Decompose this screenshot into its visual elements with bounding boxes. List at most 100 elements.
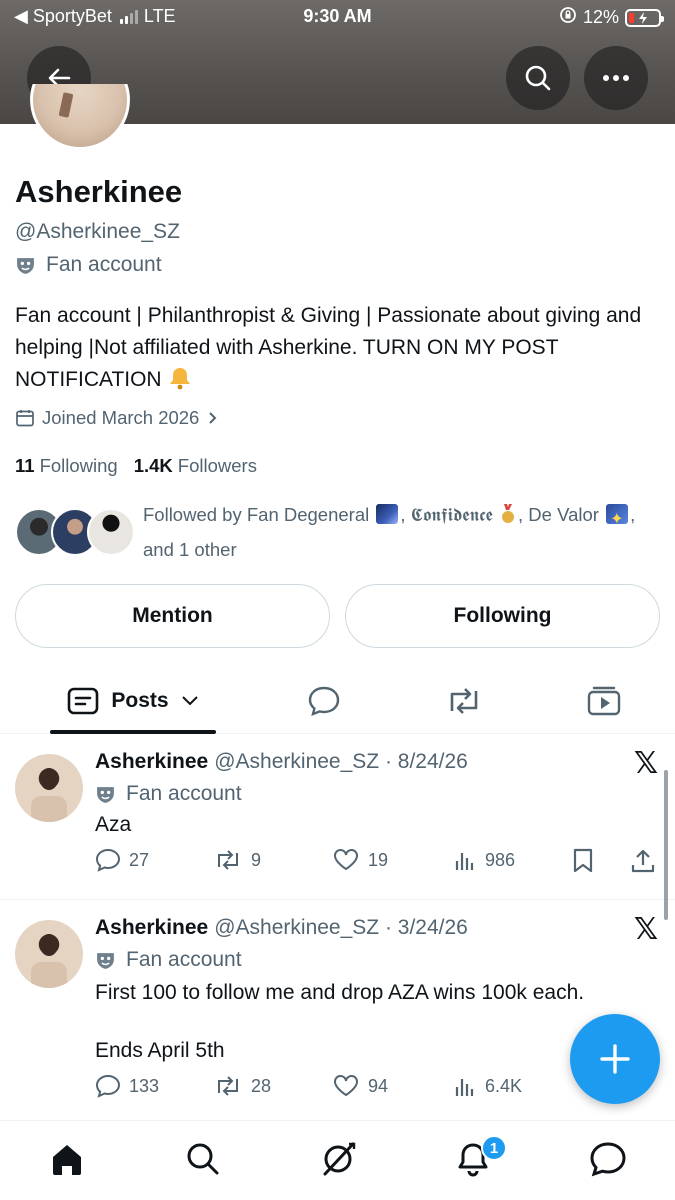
x-logo-icon: 𝕏 bbox=[633, 913, 658, 946]
calendar-icon bbox=[16, 410, 34, 427]
views-icon bbox=[455, 853, 474, 870]
mask-icon bbox=[97, 786, 114, 803]
like-count: 94 bbox=[368, 1075, 389, 1096]
fan-account-text: Fan account bbox=[46, 253, 162, 276]
tab-posts-label: Posts bbox=[111, 689, 169, 712]
share-icon bbox=[631, 849, 655, 873]
post-author: Asherkinee bbox=[95, 750, 209, 773]
views-icon bbox=[455, 1079, 474, 1096]
post-item[interactable]: Asherkinee @Asherkinee_SZ · 8/24/26 𝕏 Fan… bbox=[0, 736, 675, 900]
mention-button[interactable]: Mention bbox=[15, 584, 330, 648]
battery-percent: 12% bbox=[582, 7, 619, 27]
compose-post-button[interactable] bbox=[570, 1014, 660, 1104]
followed-by-text: Followed by Fan Degeneral , 𝕮𝖔𝖓𝖋𝖎𝖉𝖊𝖓𝖈𝖊 ,… bbox=[143, 498, 663, 567]
post-meta: @Asherkinee_SZ · 8/24/26 bbox=[214, 750, 468, 773]
like-button[interactable]: 94 bbox=[332, 1074, 388, 1098]
post-avatar[interactable] bbox=[15, 754, 83, 822]
nav-messages[interactable] bbox=[588, 1139, 628, 1179]
fan-account-label: Fan account bbox=[15, 253, 162, 277]
search-icon bbox=[525, 65, 551, 91]
chevron-right-icon bbox=[209, 412, 217, 424]
tab-posts[interactable]: Posts bbox=[50, 668, 216, 734]
galaxy-emoji-icon bbox=[376, 504, 399, 524]
mask-icon bbox=[17, 257, 34, 274]
post-fan-text: Fan account bbox=[126, 948, 242, 971]
bottom-navigation: 1 bbox=[0, 1120, 675, 1200]
follower-avatar bbox=[87, 508, 135, 556]
post-meta: @Asherkinee_SZ · 3/24/26 bbox=[214, 916, 468, 939]
profile-handle: @Asherkinee_SZ bbox=[15, 220, 180, 243]
repost-button[interactable]: 9 bbox=[213, 848, 261, 872]
post-item[interactable]: Asherkinee @Asherkinee_SZ · 3/24/26 𝕏 Fan… bbox=[0, 902, 675, 1120]
following-label: Following bbox=[39, 455, 118, 476]
following-count: 11 bbox=[15, 455, 35, 476]
orientation-lock-icon bbox=[559, 6, 577, 29]
x-logo-icon: 𝕏 bbox=[633, 747, 658, 780]
post-fan-label: Fan account bbox=[95, 782, 242, 806]
post-avatar[interactable] bbox=[15, 920, 83, 988]
repost-icon bbox=[218, 850, 238, 870]
post-text: First 100 to follow me and drop AZA wins… bbox=[95, 981, 585, 1004]
reply-button[interactable]: 133 bbox=[95, 1074, 159, 1098]
followers-label: Followers bbox=[177, 455, 257, 476]
views-count: 986 bbox=[485, 849, 516, 870]
post-text: Aza bbox=[95, 813, 132, 836]
plus-icon bbox=[600, 1044, 630, 1074]
nav-home[interactable] bbox=[47, 1139, 87, 1179]
post-author: Asherkinee bbox=[95, 916, 209, 939]
reply-count: 133 bbox=[129, 1075, 160, 1096]
followed-by-section[interactable]: Followed by Fan Degeneral , 𝕮𝖔𝖓𝖋𝖎𝖉𝖊𝖓𝖈𝖊 ,… bbox=[15, 496, 665, 566]
nav-grok[interactable] bbox=[318, 1139, 358, 1179]
chevron-down-icon bbox=[181, 696, 198, 706]
profile-tabs: Posts bbox=[0, 668, 675, 734]
scrollbar[interactable] bbox=[664, 770, 668, 920]
sparkle-emoji-icon bbox=[606, 503, 629, 537]
post-fan-label: Fan account bbox=[95, 948, 242, 972]
followers-count-link[interactable]: 1.4K Followers bbox=[134, 455, 257, 477]
medal-emoji-icon bbox=[498, 504, 518, 525]
heart-icon bbox=[334, 849, 358, 871]
bookmark-button[interactable] bbox=[572, 848, 594, 874]
followed-by-second: 𝕮𝖔𝖓𝖋𝖎𝖉𝖊𝖓𝖈𝖊 bbox=[410, 505, 493, 526]
post-fan-text: Fan account bbox=[126, 782, 242, 805]
more-options-button[interactable] bbox=[584, 46, 648, 110]
notification-badge: 1 bbox=[481, 1135, 507, 1161]
battery-icon bbox=[625, 8, 664, 27]
share-button[interactable] bbox=[630, 848, 656, 874]
chat-icon bbox=[590, 1142, 626, 1177]
views-count: 6.4K bbox=[485, 1075, 523, 1096]
views-button[interactable]: 6.4K bbox=[453, 1074, 522, 1098]
video-icon bbox=[587, 686, 621, 716]
repost-icon bbox=[450, 688, 478, 714]
profile-bio: Fan account | Philanthropist & Giving | … bbox=[15, 300, 655, 396]
active-tab-indicator bbox=[50, 730, 216, 734]
reply-button[interactable]: 27 bbox=[95, 848, 149, 872]
like-count: 19 bbox=[368, 849, 389, 870]
repost-count: 28 bbox=[251, 1075, 272, 1096]
bio-text: Fan account | Philanthropist & Giving | … bbox=[15, 304, 642, 391]
views-button[interactable]: 986 bbox=[453, 848, 515, 872]
reply-icon bbox=[308, 686, 340, 716]
following-count-link[interactable]: 11 Following bbox=[15, 455, 118, 477]
post-header: Asherkinee @Asherkinee_SZ · 3/24/26 bbox=[95, 916, 468, 940]
tab-reposts[interactable] bbox=[434, 668, 494, 734]
tab-videos[interactable] bbox=[574, 668, 634, 734]
followers-count: 1.4K bbox=[133, 455, 173, 476]
repost-button[interactable]: 28 bbox=[213, 1074, 271, 1098]
like-button[interactable]: 19 bbox=[332, 848, 388, 872]
search-button[interactable] bbox=[506, 46, 570, 110]
post-header: Asherkinee @Asherkinee_SZ · 8/24/26 bbox=[95, 750, 468, 774]
reply-icon bbox=[95, 848, 121, 872]
bookmark-icon bbox=[573, 848, 593, 873]
reply-icon bbox=[95, 1074, 121, 1098]
following-button[interactable]: Following bbox=[345, 584, 660, 648]
joined-text: Joined March 2026 bbox=[42, 407, 200, 428]
profile-actions: Mention Following bbox=[15, 584, 660, 648]
followed-by-third: , De Valor bbox=[518, 504, 599, 525]
profile-avatar[interactable] bbox=[30, 84, 130, 150]
home-icon bbox=[53, 1145, 81, 1175]
tab-replies[interactable] bbox=[294, 668, 354, 734]
nav-search[interactable] bbox=[183, 1139, 223, 1179]
followed-by-prefix: Followed by Fan Degeneral bbox=[143, 504, 370, 525]
joined-date[interactable]: Joined March 2026 bbox=[15, 407, 220, 429]
